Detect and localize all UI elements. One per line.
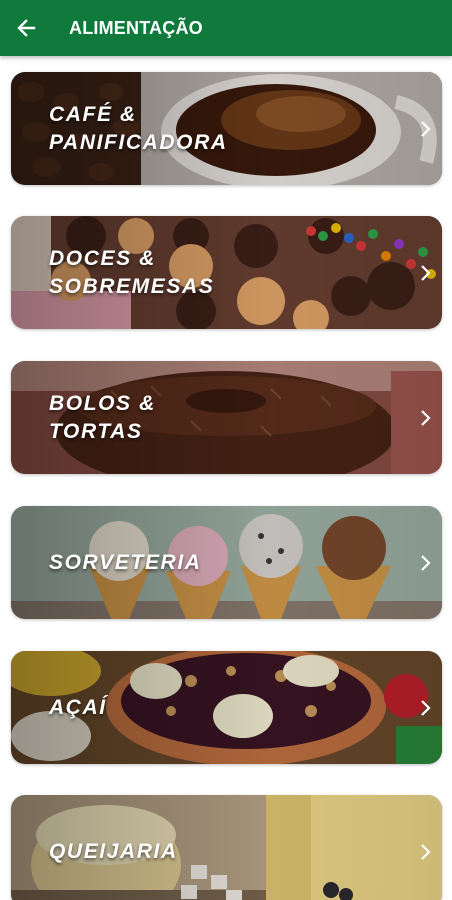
category-card-bolos-tortas[interactable]: BOLOS & TORTAS xyxy=(11,361,442,474)
chevron-right-icon xyxy=(421,409,431,426)
chevron-right-icon xyxy=(421,699,431,716)
category-card-acai[interactable]: AÇAÍ xyxy=(11,651,442,764)
page-title: ALIMENTAÇÃO xyxy=(69,17,203,38)
category-list: CAFÉ & PANIFICADORA DOCES & SOBREMESAS B… xyxy=(0,56,452,900)
chevron-right-icon xyxy=(421,554,431,571)
chevron-right-icon xyxy=(421,264,431,281)
category-label: SORVETERIA xyxy=(49,550,202,574)
category-label: BOLOS & TORTAS xyxy=(49,391,156,443)
category-label: AÇAÍ xyxy=(49,695,107,719)
back-button[interactable] xyxy=(0,0,54,56)
category-card-doces-sobremesas[interactable]: DOCES & SOBREMESAS xyxy=(11,216,442,329)
category-label: DOCES & SOBREMESAS xyxy=(49,246,215,298)
category-card-cafe-panificadora[interactable]: CAFÉ & PANIFICADORA xyxy=(11,72,442,185)
category-label: CAFÉ & PANIFICADORA xyxy=(49,102,228,154)
chevron-right-icon xyxy=(421,120,431,137)
app-bar: ALIMENTAÇÃO xyxy=(0,0,452,56)
chevron-right-icon xyxy=(421,843,431,860)
arrow-back-icon xyxy=(17,19,36,37)
category-label: QUEIJARIA xyxy=(49,839,178,863)
category-card-queijaria[interactable]: QUEIJARIA xyxy=(11,795,442,900)
category-card-sorveteria[interactable]: SORVETERIA xyxy=(11,506,442,619)
